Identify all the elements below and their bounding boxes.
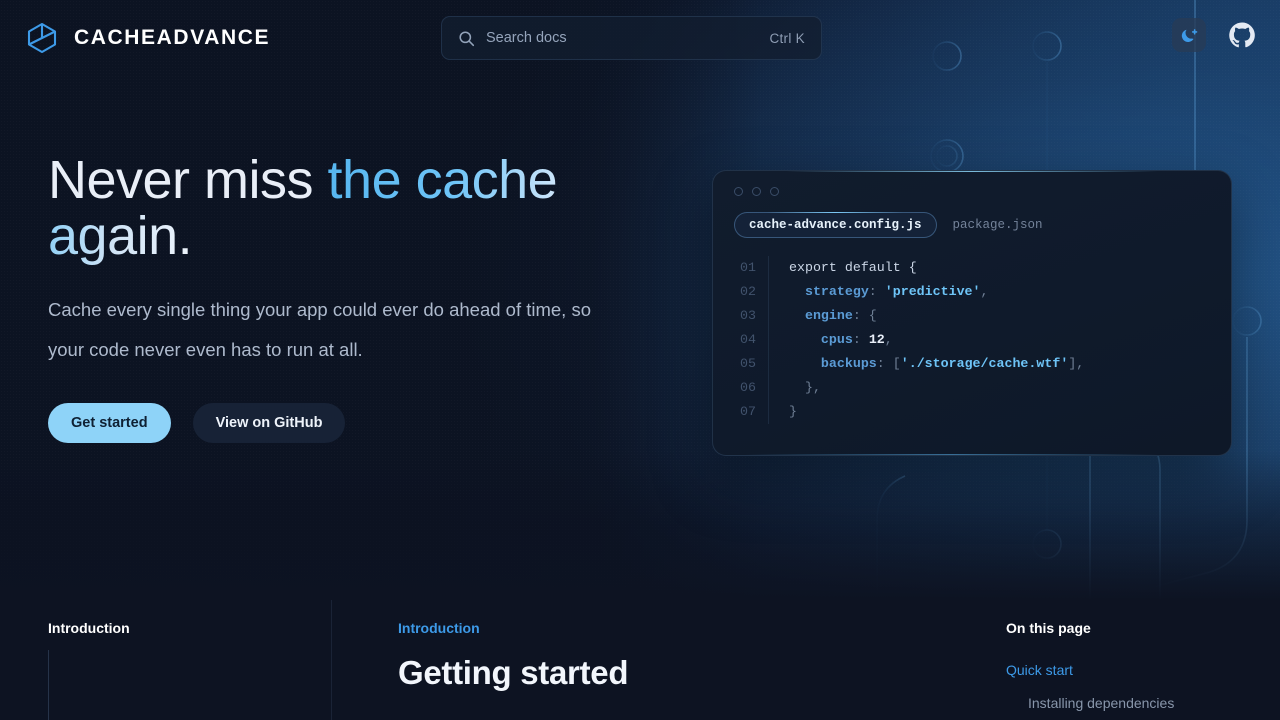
- search-placeholder: Search docs: [486, 30, 567, 46]
- code-tab-package[interactable]: package.json: [947, 213, 1057, 237]
- nav-actions: [1172, 18, 1256, 52]
- code-tab-config[interactable]: cache-advance.config.js: [734, 212, 937, 238]
- window-dot-minimize: [752, 187, 761, 196]
- code-token-prop: backups: [789, 356, 877, 371]
- code-line-number: 02: [713, 280, 769, 304]
- docs-main-content: Introduction Getting started: [398, 600, 629, 692]
- page-root: CACHEADVANCE Search docs Ctrl K Never mi…: [0, 0, 1280, 720]
- code-line-content: engine: {: [769, 304, 877, 328]
- card-top-glow: [785, 171, 1159, 172]
- code-line: 04 cpus: 12,: [713, 328, 1231, 352]
- hero-content: Never miss the cache again. Cache every …: [48, 152, 648, 444]
- search-shortcut-hint: Ctrl K: [769, 30, 805, 46]
- code-line-content: cpus: 12,: [769, 328, 893, 352]
- code-token-prop: strategy: [789, 284, 869, 299]
- code-line-number: 01: [713, 256, 769, 280]
- code-line-number: 06: [713, 376, 769, 400]
- theme-toggle-button[interactable]: [1172, 18, 1206, 52]
- toc-item-installing-dependencies[interactable]: Installing dependencies: [1028, 695, 1266, 711]
- code-line: 06 },: [713, 376, 1231, 400]
- code-token-plain: export default {: [789, 260, 917, 275]
- code-line: 02 strategy: 'predictive',: [713, 280, 1231, 304]
- code-line-number: 03: [713, 304, 769, 328]
- code-token-prop: cpus: [789, 332, 853, 347]
- hero-title: Never miss the cache again.: [48, 152, 648, 264]
- code-line-content: strategy: 'predictive',: [769, 280, 989, 304]
- cube-hexagon-icon: [27, 22, 57, 54]
- code-token-str: 'predictive': [884, 284, 981, 299]
- code-token-prop: engine: [789, 308, 853, 323]
- top-navigation-bar: CACHEADVANCE Search docs Ctrl K: [0, 0, 1280, 76]
- search-input[interactable]: Search docs Ctrl K: [441, 16, 822, 60]
- code-line-number: 07: [713, 400, 769, 424]
- code-line-number: 05: [713, 352, 769, 376]
- moon-plus-icon: [1181, 28, 1197, 42]
- code-line: 01 export default {: [713, 256, 1231, 280]
- code-token-num: 12: [868, 332, 885, 347]
- code-line-content: export default {: [769, 256, 917, 280]
- hero-title-part-3: again.: [48, 206, 193, 267]
- code-line: 03 engine: {: [713, 304, 1231, 328]
- code-line: 07}: [713, 400, 1231, 424]
- hero-action-buttons: Get started View on GitHub: [48, 403, 648, 444]
- get-started-button[interactable]: Get started: [48, 403, 171, 444]
- page-title: Getting started: [398, 654, 629, 691]
- code-token-punct: : [: [876, 356, 901, 371]
- code-token-punct: :: [868, 284, 885, 299]
- window-dot-close: [734, 187, 743, 196]
- code-preview-card: cache-advance.config.js package.json 01 e…: [712, 170, 1232, 456]
- card-bottom-glow: [744, 454, 1159, 455]
- table-of-contents: On this page Quick start Installing depe…: [1006, 600, 1266, 711]
- code-line-content: },: [769, 376, 821, 400]
- brand-name: CACHEADVANCE: [74, 26, 271, 49]
- code-token-punct: }: [789, 404, 797, 419]
- toc-item-quick-start[interactable]: Quick start: [1006, 662, 1266, 678]
- sidebar-rail: [48, 650, 49, 720]
- github-icon[interactable]: [1228, 21, 1256, 49]
- hero-title-part-2: the cache: [327, 150, 558, 210]
- hero-bottom-fade: [0, 450, 1280, 600]
- code-line-number: 04: [713, 328, 769, 352]
- sidebar-section-heading: Introduction: [48, 620, 130, 636]
- docs-sidebar: Introduction: [0, 600, 332, 720]
- code-block: 01 export default { 02 strategy: 'predicti…: [713, 256, 1231, 424]
- view-on-github-button[interactable]: View on GitHub: [192, 403, 346, 444]
- brand-logo-link[interactable]: CACHEADVANCE: [24, 20, 270, 56]
- docs-section: Introduction Getting started Installatio…: [0, 600, 1280, 720]
- code-file-tabs: cache-advance.config.js package.json: [713, 196, 1231, 238]
- toc-heading: On this page: [1006, 620, 1091, 636]
- window-dots: [713, 171, 1231, 196]
- code-token-punct: ,: [884, 332, 893, 347]
- search-icon: [459, 30, 475, 46]
- code-token-punct: ],: [1068, 356, 1085, 371]
- code-token-punct: },: [789, 380, 821, 395]
- hero-title-part-1: Never miss: [48, 150, 328, 210]
- code-token-punct: : {: [852, 308, 877, 323]
- doc-eyebrow-label: Introduction: [398, 620, 480, 636]
- window-dot-maximize: [770, 187, 779, 196]
- code-line-content: }: [769, 400, 797, 424]
- code-line-content: backups: ['./storage/cache.wtf'],: [769, 352, 1084, 376]
- code-token-str: './storage/cache.wtf': [900, 356, 1069, 371]
- code-line: 05 backups: ['./storage/cache.wtf'],: [713, 352, 1231, 376]
- code-token-punct: :: [852, 332, 869, 347]
- hero-subtitle: Cache every single thing your app could …: [48, 299, 591, 361]
- code-token-punct: ,: [980, 284, 989, 299]
